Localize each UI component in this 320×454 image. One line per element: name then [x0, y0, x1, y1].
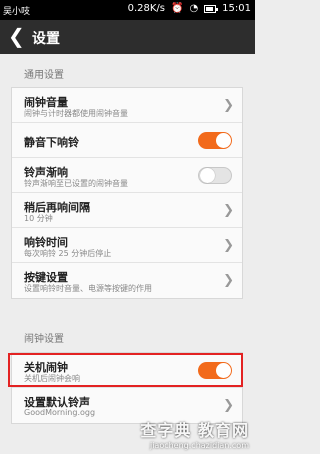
- network-speed: 0.28K/s: [127, 3, 165, 14]
- status-bar: 吴小吱 0.28K/s ⏰ ◔ 15:01: [0, 0, 255, 20]
- status-indicators: 0.28K/s ⏰ ◔ 15:01: [128, 3, 251, 14]
- row-subtitle: 每次响铃 25 分钟后停止: [24, 249, 112, 258]
- watermark-url: jiaocheng.chazidian.com: [149, 441, 249, 450]
- section-title-alarm: 闹钟设置: [24, 334, 64, 345]
- ring-when-silent-row[interactable]: 静音下响铃: [12, 123, 242, 158]
- power-off-alarm-row[interactable]: 关机闹钟 关机后闹钟会响: [12, 353, 242, 388]
- watermark-text: 查字典 教育网: [140, 421, 249, 440]
- battery-icon: [204, 4, 219, 13]
- alarm-settings-card: 关机闹钟 关机后闹钟会响 设置默认铃声 GoodMorning.ogg ❯: [11, 352, 243, 424]
- general-settings-card: 闹钟音量 闹钟与计时器都使用闹钟音量 ❯ 静音下响铃 铃声渐响 铃声渐响至已设置…: [11, 87, 243, 299]
- chevron-left-icon[interactable]: ❮: [8, 25, 25, 47]
- row-subtitle: 关机后闹钟会响: [24, 374, 80, 383]
- row-subtitle: GoodMorning.ogg: [24, 408, 96, 417]
- alarm-clock-icon: ⏰: [170, 3, 184, 14]
- clock-time: 15:01: [222, 3, 251, 14]
- row-subtitle: 闹钟与计时器都使用闹钟音量: [24, 109, 128, 118]
- chevron-right-icon: ❯: [223, 203, 234, 218]
- chevron-right-icon: ❯: [223, 273, 234, 288]
- chevron-right-icon: ❯: [223, 98, 234, 113]
- crescendo-toggle[interactable]: [198, 167, 232, 184]
- title-bar: ❮ 设置: [0, 20, 255, 54]
- chevron-right-icon: ❯: [223, 398, 234, 413]
- page-title: 设置: [32, 31, 60, 47]
- ring-duration-row[interactable]: 响铃时间 每次响铃 25 分钟后停止 ❯: [12, 228, 242, 263]
- row-subtitle: 设置响铃时音量、电源等按键的作用: [24, 284, 152, 293]
- crescendo-row[interactable]: 铃声渐响 铃声渐响至已设置的闹钟音量: [12, 158, 242, 193]
- row-subtitle: 10 分钟: [24, 214, 53, 223]
- watermark: 查字典 教育网 jiaocheng.chazidian.com: [140, 417, 249, 450]
- snooze-interval-row[interactable]: 稍后再响间隔 10 分钟 ❯: [12, 193, 242, 228]
- alarm-volume-row[interactable]: 闹钟音量 闹钟与计时器都使用闹钟音量 ❯: [12, 88, 242, 123]
- wifi-icon: ◔: [189, 3, 199, 14]
- row-subtitle: 铃声渐响至已设置的闹钟音量: [24, 179, 128, 188]
- carrier-label: 吴小吱: [3, 7, 31, 17]
- chevron-right-icon: ❯: [223, 238, 234, 253]
- power-off-alarm-toggle[interactable]: [198, 362, 232, 379]
- button-settings-row[interactable]: 按键设置 设置响铃时音量、电源等按键的作用 ❯: [12, 263, 242, 298]
- row-title: 静音下响铃: [24, 136, 79, 149]
- section-title-general: 通用设置: [24, 70, 64, 81]
- ring-when-silent-toggle[interactable]: [198, 132, 232, 149]
